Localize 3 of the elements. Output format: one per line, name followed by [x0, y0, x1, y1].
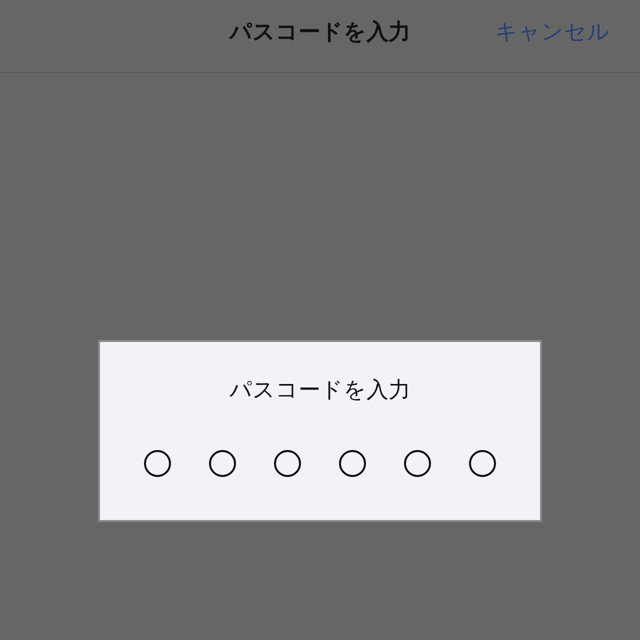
screen-title: パスコードを入力 — [230, 19, 410, 47]
passcode-prompt: パスコードを入力 — [230, 377, 410, 405]
cancel-button[interactable]: キャンセル — [495, 17, 610, 47]
